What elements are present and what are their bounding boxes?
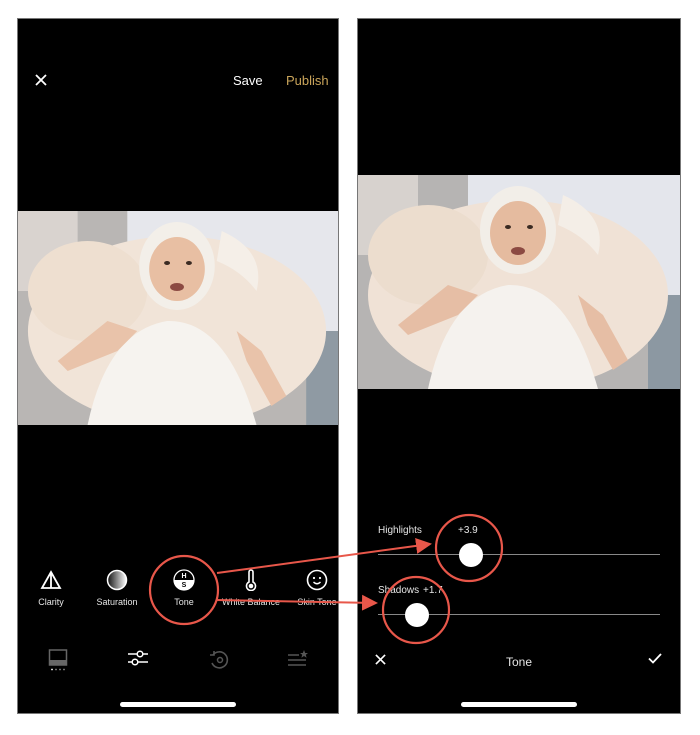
slider-value: +1.7 (423, 585, 443, 596)
nav-presets[interactable] (38, 649, 78, 679)
home-indicator[interactable] (120, 702, 236, 707)
check-icon (648, 653, 662, 664)
presets-icon (48, 649, 68, 671)
close-icon (35, 74, 47, 86)
bottom-nav (18, 649, 338, 679)
close-button[interactable] (35, 71, 47, 89)
triangle-icon (40, 570, 62, 589)
slider-label: Shadows (378, 585, 420, 596)
nav-recipes[interactable] (278, 649, 318, 679)
photo-preview (18, 211, 338, 425)
hs-circle-icon: HS (173, 569, 195, 591)
gradient-circle-icon (106, 569, 128, 591)
slider-track[interactable] (378, 554, 660, 555)
smiley-icon (306, 569, 328, 591)
recipes-icon (288, 650, 308, 666)
tool-label: Skin Tone (297, 597, 337, 607)
slider-value: +3.9 (458, 525, 478, 536)
confirm-button[interactable] (648, 651, 662, 669)
phone-screen-editor: Save Publish Clarity Saturation H S Tone… (17, 18, 339, 714)
nav-adjust[interactable] (118, 649, 158, 679)
tone-icon-s: S (182, 582, 187, 589)
nav-history[interactable] (199, 649, 239, 679)
slider-label: Highlights (378, 525, 422, 536)
tool-skin-tone[interactable]: Skin Tone (277, 567, 338, 607)
home-indicator[interactable] (461, 702, 577, 707)
adjustment-toolbar: Clarity Saturation HS Tone White Balance… (18, 567, 338, 617)
publish-button[interactable]: Publish (286, 73, 329, 88)
slider-knob[interactable] (459, 543, 484, 567)
panel-title: Tone (505, 655, 533, 669)
save-button[interactable]: Save (233, 73, 263, 88)
baby-photo (18, 211, 338, 425)
thermometer-icon (245, 569, 257, 591)
slider-knob[interactable] (405, 603, 430, 627)
baby-photo (358, 175, 680, 389)
phone-screen-tone: Highlights +3.9 Shadows +1.7 Tone (357, 18, 681, 714)
photo-preview (358, 175, 680, 389)
sliders-icon (128, 650, 148, 666)
tone-icon-h: H (181, 573, 186, 580)
history-icon (210, 651, 229, 669)
